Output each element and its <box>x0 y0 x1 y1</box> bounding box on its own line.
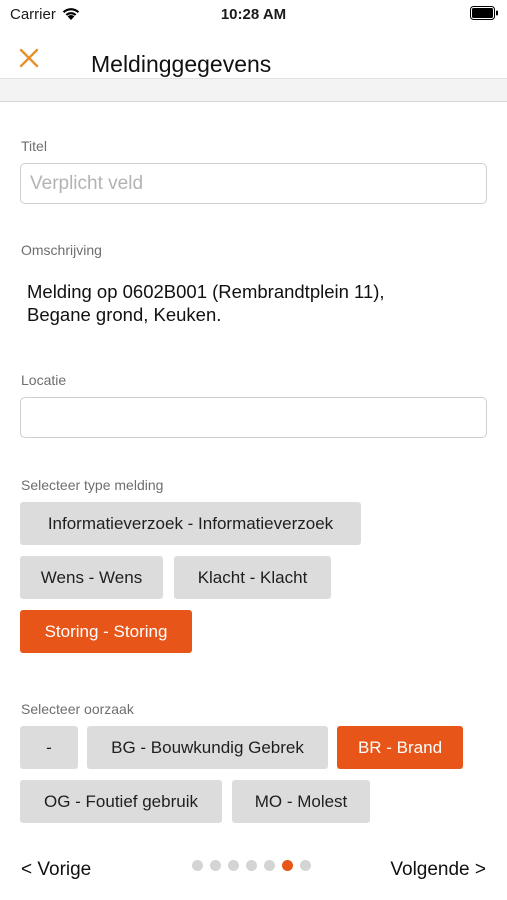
page-dot <box>192 860 203 871</box>
next-button[interactable]: Volgende > <box>390 859 486 881</box>
cause-option-none[interactable]: - <box>20 726 78 769</box>
page-dot <box>210 860 221 871</box>
cause-label: Selecteer oorzaak <box>21 701 134 717</box>
cause-option-foutief-gebruik[interactable]: OG - Foutief gebruik <box>20 780 222 823</box>
type-option-storing[interactable]: Storing - Storing <box>20 610 192 653</box>
page-dot <box>300 860 311 871</box>
description-label: Omschrijving <box>21 242 102 258</box>
page-dot <box>282 860 293 871</box>
cause-option-bouwkundig-gebrek[interactable]: BG - Bouwkundig Gebrek <box>87 726 328 769</box>
location-label: Locatie <box>21 372 67 388</box>
page-dot <box>246 860 257 871</box>
screen: Carrier 10:28 AM Meldinggegevens Titel O… <box>0 0 507 900</box>
type-option-klacht[interactable]: Klacht - Klacht <box>174 556 331 599</box>
title-label: Titel <box>21 138 47 154</box>
type-option-informatieverzoek[interactable]: Informatieverzoek - Informatieverzoek <box>20 502 361 545</box>
location-input[interactable] <box>20 397 487 438</box>
cause-option-brand[interactable]: BR - Brand <box>337 726 463 769</box>
page-dot <box>228 860 239 871</box>
type-label: Selecteer type melding <box>21 477 164 493</box>
description-text: Melding op 0602B001 (Rembrandtplein 11),… <box>27 281 385 325</box>
page-title: Meldinggegevens <box>91 51 272 77</box>
previous-button[interactable]: < Vorige <box>21 859 91 881</box>
battery-icon <box>470 6 498 20</box>
status-time: 10:28 AM <box>220 6 287 23</box>
nav-divider <box>0 78 507 102</box>
close-icon[interactable] <box>18 47 40 69</box>
title-input[interactable] <box>20 163 487 204</box>
cause-option-molest[interactable]: MO - Molest <box>232 780 370 823</box>
status-bar: Carrier 10:28 AM <box>0 0 507 30</box>
navigation-bar: Meldinggegevens <box>0 30 507 78</box>
page-dot <box>264 860 275 871</box>
type-option-wens[interactable]: Wens - Wens <box>20 556 163 599</box>
